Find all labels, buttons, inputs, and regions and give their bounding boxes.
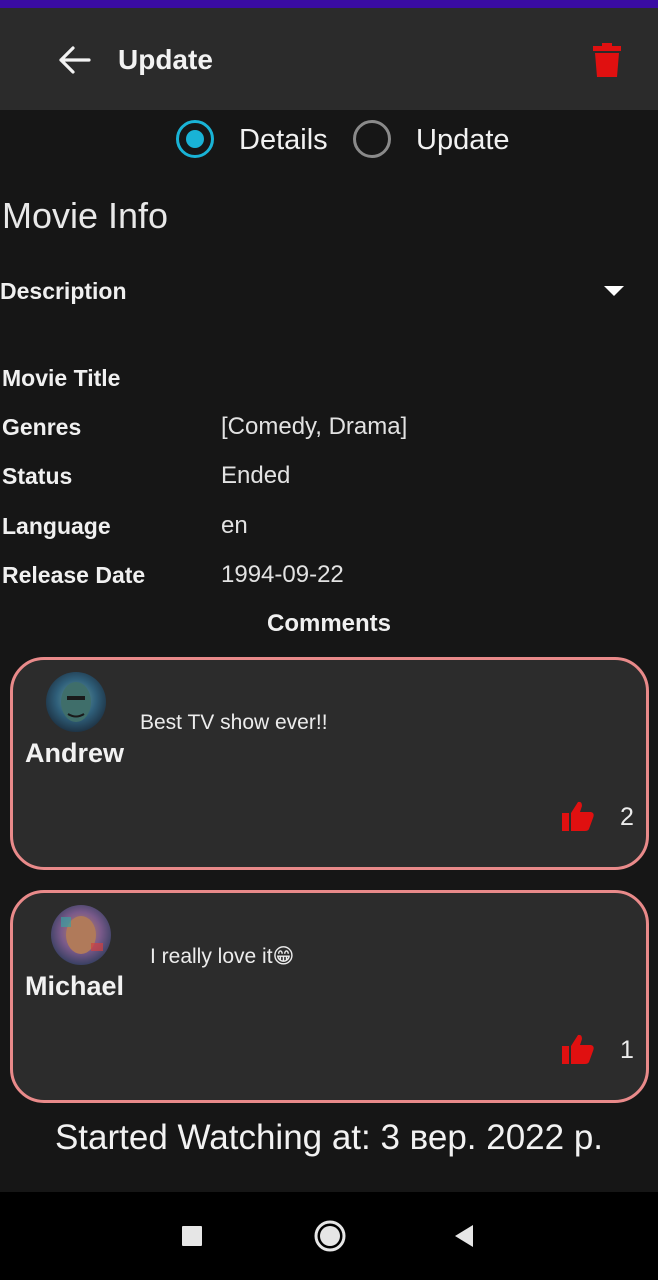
like-button[interactable] (561, 1033, 595, 1065)
comment-author: Michael (25, 971, 125, 1001)
comment-card: Michael I really love it😁 1 (10, 890, 649, 1103)
details-radio[interactable] (176, 120, 214, 158)
genres-label: Genres (2, 414, 82, 440)
nav-back-button[interactable] (444, 1216, 484, 1256)
system-nav-bar (0, 1192, 658, 1280)
language-value: en (221, 512, 248, 539)
trash-icon (593, 43, 621, 77)
like-button[interactable] (561, 800, 595, 832)
page-title: Update (118, 44, 213, 75)
language-label: Language (2, 513, 111, 539)
comment-text: I really love it😁 (150, 945, 295, 968)
status-label: Status (2, 463, 73, 489)
comment-text: Best TV show ever!! (140, 711, 328, 734)
mode-selector: Details Update (0, 116, 658, 164)
details-radio-label[interactable]: Details (239, 124, 328, 157)
square-icon (182, 1226, 202, 1246)
section-title: Movie Info (2, 195, 169, 236)
circle-icon (314, 1220, 346, 1252)
thumbs-up-icon (562, 1034, 594, 1064)
caret-down-icon (604, 286, 624, 296)
triangle-left-icon (455, 1225, 473, 1247)
arrow-left-icon (59, 46, 91, 74)
avatar (51, 905, 111, 965)
status-value: Ended (221, 462, 291, 489)
comment-author: Andrew (25, 738, 125, 768)
back-button[interactable] (52, 38, 96, 82)
nav-recents-button[interactable] (172, 1216, 212, 1256)
description-label: Description (0, 278, 127, 304)
avatar (46, 672, 106, 732)
status-bar (0, 0, 658, 8)
update-radio[interactable] (353, 120, 391, 158)
release-date-label: Release Date (2, 562, 146, 588)
release-date-value: 1994-09-22 (221, 561, 344, 588)
thumbs-up-icon (562, 801, 594, 831)
delete-button[interactable] (588, 38, 626, 82)
update-radio-label[interactable]: Update (416, 124, 510, 157)
nav-home-button[interactable] (308, 1214, 352, 1258)
genres-value: [Comedy, Drama] (221, 413, 408, 440)
like-count: 1 (620, 1036, 634, 1064)
movie-title-label: Movie Title (2, 365, 121, 391)
description-dropdown[interactable]: Description (0, 272, 658, 312)
comment-card: Andrew Best TV show ever!! 2 (10, 657, 649, 870)
comments-title: Comments (266, 610, 392, 637)
app-bar: Update (0, 8, 658, 110)
started-watching-text: Started Watching at: 3 вер. 2022 р. (54, 1118, 604, 1157)
like-count: 2 (620, 803, 634, 831)
